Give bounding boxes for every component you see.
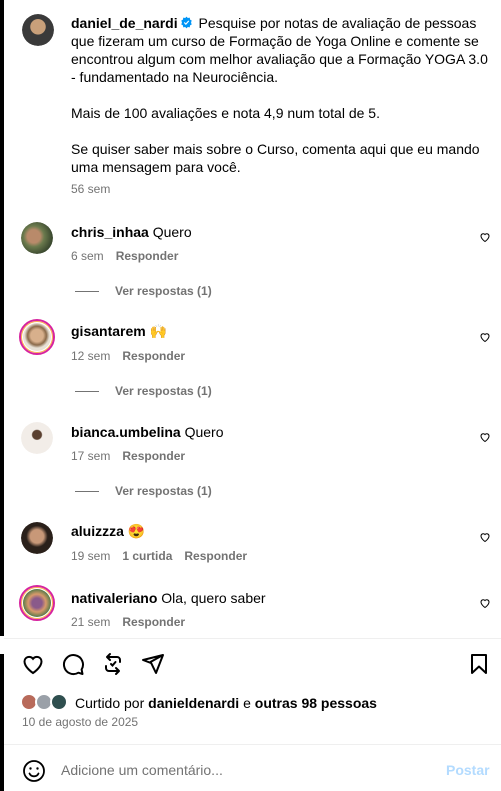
reply-button[interactable]: Responder [116, 249, 179, 263]
comments-scroll-area[interactable]: daniel_de_nardi Pesquise por notas de av… [4, 0, 501, 638]
post-date: 10 de agosto de 2025 [22, 715, 139, 729]
comment-text: Quero [184, 424, 224, 440]
commenter-avatar[interactable] [19, 319, 55, 355]
like-comment-heart-icon[interactable] [479, 597, 491, 609]
comment-4: aluizzza 😍 [71, 522, 145, 540]
section-divider [4, 744, 501, 745]
comment-5: nativaleriano Ola, quero saber [71, 589, 266, 607]
comment-username[interactable]: gisantarem [71, 323, 146, 339]
caption-paragraph-3: Se quiser saber mais sobre o Curso, come… [71, 141, 480, 175]
emoji-picker-icon[interactable] [22, 759, 46, 783]
share-send-icon[interactable] [141, 652, 165, 676]
like-heart-icon[interactable] [21, 652, 45, 676]
reply-button[interactable]: Responder [122, 449, 185, 463]
caption-paragraph-2: Mais de 100 avaliações e nota 4,9 num to… [71, 105, 380, 121]
comment-username[interactable]: bianca.umbelina [71, 424, 181, 440]
comment-meta: 6 sem Responder [71, 248, 178, 264]
comment-text: Ola, quero saber [161, 590, 266, 606]
comment-meta: 17 sem Responder [71, 448, 185, 464]
post-comment-button[interactable]: Postar [446, 762, 490, 778]
reply-button[interactable]: Responder [184, 549, 247, 563]
reply-button[interactable]: Responder [122, 615, 185, 629]
repost-icon[interactable] [101, 652, 125, 676]
comment-username[interactable]: nativaleriano [71, 590, 157, 606]
save-bookmark-icon[interactable] [467, 652, 491, 676]
commenter-avatar[interactable] [19, 585, 55, 621]
liker-avatar[interactable] [50, 693, 68, 711]
comment-1: chris_inhaa Quero [71, 223, 192, 241]
comment-text: Quero [152, 224, 192, 240]
comment-time[interactable]: 12 sem [71, 349, 110, 363]
comment-meta: 12 sem Responder [71, 348, 185, 364]
view-replies-button[interactable]: Ver respostas (1) [75, 384, 212, 398]
post-caption: daniel_de_nardi Pesquise por notas de av… [71, 14, 491, 176]
comment-time[interactable]: 6 sem [71, 249, 104, 263]
add-comment-input[interactable]: Adicione um comentário... [61, 762, 223, 778]
comment-time[interactable]: 21 sem [71, 615, 110, 629]
others-likes-link[interactable]: outras 98 pessoas [255, 695, 377, 711]
comment-text: 😍 [127, 523, 146, 539]
liked-by-text: Curtido por danieldenardi e outras 98 pe… [75, 695, 377, 711]
post-time: 56 sem [71, 182, 111, 196]
like-comment-heart-icon[interactable] [479, 231, 491, 243]
view-replies-button[interactable]: Ver respostas (1) [75, 484, 212, 498]
comment-meta: 19 sem 1 curtida Responder [71, 548, 247, 564]
comment-bubble-icon[interactable] [61, 652, 85, 676]
comment-meta: 21 sem Responder [71, 614, 185, 630]
commenter-avatar[interactable] [21, 222, 53, 254]
like-comment-heart-icon[interactable] [479, 331, 491, 343]
comment-2: gisantarem 🙌 [71, 322, 167, 340]
section-divider [4, 638, 501, 639]
comment-3: bianca.umbelina Quero [71, 423, 224, 441]
author-avatar[interactable] [22, 14, 54, 46]
like-comment-heart-icon[interactable] [479, 431, 491, 443]
commenter-avatar[interactable] [21, 422, 53, 454]
like-comment-heart-icon[interactable] [479, 531, 491, 543]
comment-time[interactable]: 17 sem [71, 449, 110, 463]
reply-button[interactable]: Responder [122, 349, 185, 363]
comment-username[interactable]: chris_inhaa [71, 224, 149, 240]
comment-username[interactable]: aluizzza [71, 523, 124, 539]
commenter-avatar[interactable] [21, 522, 53, 554]
view-replies-button[interactable]: Ver respostas (1) [75, 284, 212, 298]
author-username[interactable]: daniel_de_nardi [71, 15, 178, 31]
verified-badge-icon [180, 16, 192, 29]
comment-likes-count[interactable]: 1 curtida [122, 549, 172, 563]
liked-by-user-link[interactable]: danieldenardi [148, 695, 239, 711]
comment-time[interactable]: 19 sem [71, 549, 110, 563]
comment-text: 🙌 [149, 323, 168, 339]
